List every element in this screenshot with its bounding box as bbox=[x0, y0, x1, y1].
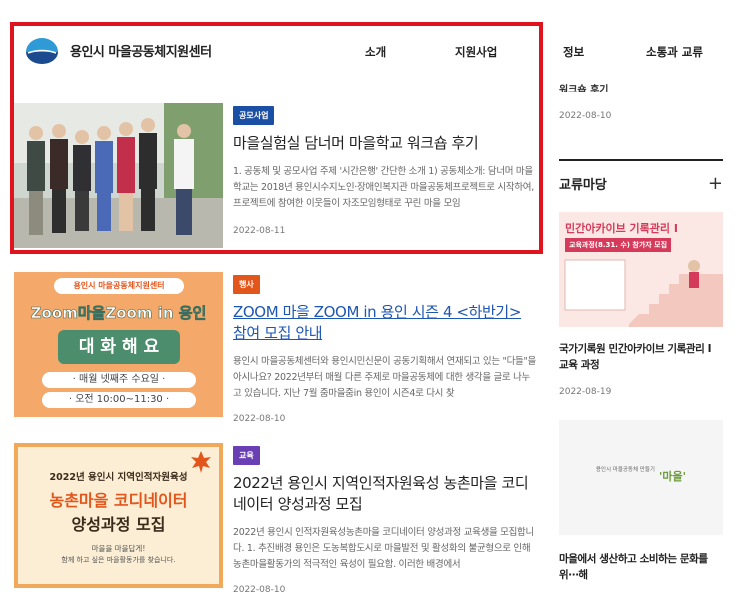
section-header: 교류마당 + bbox=[559, 159, 723, 194]
sidebar-thumb-small: 용인시 마을공동체 만들기 bbox=[595, 467, 655, 473]
sidebar-item-date: 2022-08-19 bbox=[559, 387, 612, 397]
sidebar-thumb-sub: 교육과정(8.31. 수) 참가자 모집 bbox=[565, 238, 672, 252]
sidebar-item-title[interactable]: 마을에서 생산하고 소비하는 문화를 위⋯해 bbox=[559, 551, 723, 583]
category-badge[interactable]: 교육 bbox=[233, 446, 260, 465]
thumb-main: 대 화 해 요 bbox=[58, 330, 180, 364]
maple-leaf-icon bbox=[191, 451, 211, 473]
nav-item-community[interactable]: 소통과 교류 bbox=[646, 44, 703, 60]
thumb-line2: 양성과정 모집 bbox=[71, 515, 166, 534]
sidebar-thumbnail[interactable]: 용인시 마을공동체 만들기 '마을' bbox=[559, 420, 723, 535]
article-date: 2022-08-10 bbox=[233, 585, 286, 595]
article-date: 2022-08-10 bbox=[233, 414, 286, 424]
thumb-sub1: 마을을 마을답게! bbox=[91, 544, 146, 553]
article-title[interactable]: ZOOM 마을 ZOOM in 용인 시즌 4 <하반기> 참여 모집 안내 bbox=[233, 302, 538, 344]
sidebar-item-title[interactable]: 국가기록원 민간아카이브 기록관리 I 교육 과정 bbox=[559, 341, 723, 373]
article-excerpt: 용인시 마을공동체센터와 용인시민신문이 공동기획해서 연재되고 있는 "다들"… bbox=[233, 356, 536, 399]
category-badge[interactable]: 행사 bbox=[233, 275, 260, 294]
plus-icon[interactable]: + bbox=[708, 173, 723, 194]
sidebar-thumb-word: '마을' bbox=[659, 470, 686, 483]
sidebar-thumbnail[interactable]: 민간아카이브 기록관리 I 교육과정(8.31. 수) 참가자 모집 bbox=[559, 212, 723, 327]
section-title: 교류마당 bbox=[559, 178, 607, 193]
article-title[interactable]: 2022년 용인시 지역인적자원육성 농촌마을 코디네이터 양성과정 모집 bbox=[233, 473, 538, 515]
thumb-headline: Zoom마을Zoom in 용인 bbox=[30, 304, 207, 323]
article-excerpt: 2022년 용인시 인적자원육성농촌마을 코디네이터 양성과정 교육생을 모집합… bbox=[233, 527, 534, 570]
thumb-line2: · 오전 10:00~11:30 · bbox=[42, 392, 196, 408]
archive-illustration-icon bbox=[564, 259, 723, 327]
article-thumbnail[interactable]: 2022년 용인시 지역인적자원육성 농촌마을 코디네이터 양성과정 모집 마을… bbox=[14, 443, 223, 588]
sidebar-cut-title[interactable]: 워크숍 후기 bbox=[559, 82, 723, 92]
thumb-top-label: 용인시 마을공동체지원센터 bbox=[54, 278, 184, 294]
article-thumbnail[interactable]: 용인시 마을공동체지원센터 Zoom마을Zoom in 용인 대 화 해 요 ·… bbox=[14, 272, 223, 417]
thumb-sub2: 함께 하고 싶은 마을활동가를 찾습니다. bbox=[61, 556, 176, 564]
thumb-line1: · 매월 넷째주 수요일 · bbox=[42, 372, 196, 388]
thumb-line1: 농촌마을 코디네이터 bbox=[49, 491, 188, 510]
highlight-frame bbox=[10, 22, 543, 254]
sidebar-date: 2022-08-10 bbox=[559, 111, 612, 121]
sidebar-thumb-title: 민간아카이브 기록관리 I bbox=[565, 222, 678, 235]
nav-item-info[interactable]: 정보 bbox=[563, 44, 584, 60]
